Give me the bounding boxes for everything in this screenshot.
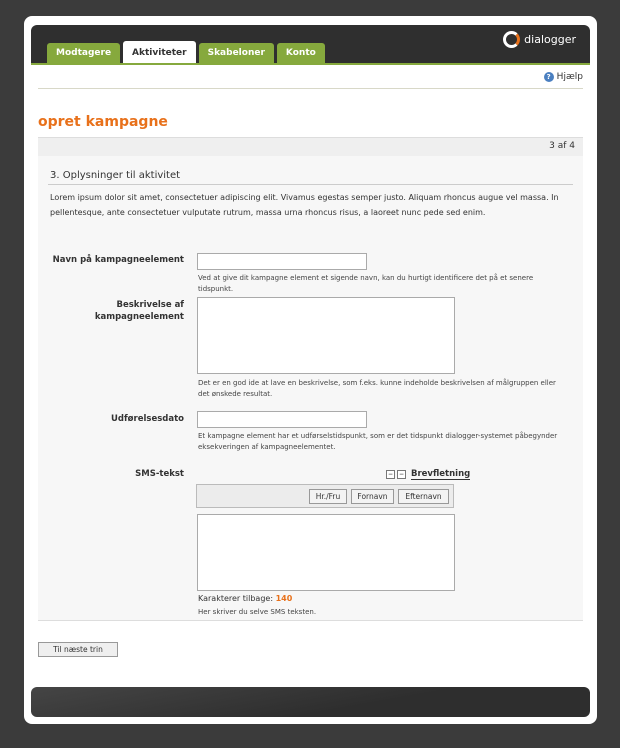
expand-icon: − [397,470,406,479]
logo-text: dialogger [524,33,576,46]
name-input[interactable] [197,253,367,270]
app-frame: Modtagere Aktiviteter Skabeloner Konto d… [24,16,597,724]
step-indicator: 3 af 4 [549,141,575,151]
help-label: Hjælp [556,72,583,82]
page-title: opret kampagne [38,114,168,130]
merge-label: Brevfletning [411,469,471,480]
sms-textarea[interactable] [197,514,455,591]
form-panel: 3. Oplysninger til aktivitet Lorem ipsum… [38,156,583,621]
merge-button-lastname[interactable]: Efternavn [398,489,449,504]
tab-konto[interactable]: Konto [276,43,325,63]
main-tabs: Modtagere Aktiviteter Skabeloner Konto [47,41,325,63]
description-label: Beskrivelse af kampagneelement [94,300,184,322]
description-hint: Det er en god ide at lave en beskrivelse… [198,379,556,398]
sms-hint: Her skriver du selve SMS teksten. [198,608,317,616]
next-step-button[interactable]: Til næste trin [38,642,118,657]
name-label: Navn på kampagneelement [52,255,184,265]
date-hint: Et kampagne element har et udførselstids… [198,432,558,451]
logo: dialogger [503,31,576,48]
merge-toggle[interactable]: − − Brevfletning [386,469,471,480]
name-hint: Ved at give dit kampagne element et sige… [198,274,534,293]
tab-modtagere[interactable]: Modtagere [47,43,121,63]
top-bar: Modtagere Aktiviteter Skabeloner Konto d… [31,25,590,63]
merge-button-firstname[interactable]: Fornavn [351,489,394,504]
help-link[interactable]: ? Hjælp [543,72,583,82]
section-title: 3. Oplysninger til aktivitet [50,170,181,181]
collapse-icon: − [386,470,395,479]
step-bar: 3 af 4 [38,137,583,157]
tab-skabeloner[interactable]: Skabeloner [198,43,274,63]
sms-label: SMS-tekst [135,469,184,479]
description-textarea[interactable] [197,297,455,374]
intro-text: Lorem ipsum dolor sit amet, consectetuer… [50,193,559,217]
footer-bar [31,687,590,717]
section-divider [48,184,573,185]
tab-aktiviteter[interactable]: Aktiviteter [123,41,196,63]
date-input[interactable] [197,411,367,428]
char-counter-value: 140 [275,594,293,603]
merge-toolbar: Hr./Fru Fornavn Efternavn [196,484,454,508]
merge-button-title[interactable]: Hr./Fru [309,489,347,504]
char-counter-label: Karakterer tilbage: [198,594,274,603]
help-icon: ? [543,72,554,82]
char-counter: Karakterer tilbage: 140 [198,594,292,603]
date-label: Udførelsesdato [110,414,184,424]
header-divider [38,88,583,89]
tab-underline [31,63,590,65]
logo-icon [503,31,521,48]
